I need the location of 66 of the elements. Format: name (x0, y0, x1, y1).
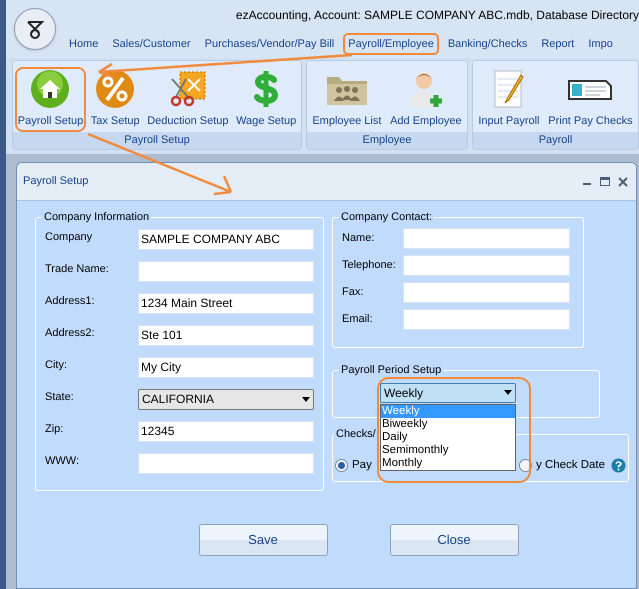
ribbon-tab[interactable]: Report (536, 32, 580, 56)
input-field[interactable] (403, 228, 570, 248)
field-label: Fax: (342, 284, 364, 300)
percent-icon (95, 68, 136, 108)
ribbon-button[interactable]: Tax Setup (88, 66, 143, 132)
ribbon-group-title: Payroll (473, 132, 638, 149)
caret-icon (302, 396, 310, 402)
ribbon-group-title: Payroll Setup (13, 132, 301, 149)
field-label: Trade Name: (45, 262, 110, 276)
dialog-title: Payroll Setup (23, 174, 88, 190)
dropdown-option[interactable]: Monthly (381, 456, 515, 470)
ribbon-tab[interactable]: Impo (583, 32, 618, 56)
field-label: Company (45, 230, 94, 244)
dialog-button[interactable]: Close (390, 524, 518, 556)
radio-label: Pay (352, 458, 372, 473)
dropdown-option[interactable]: Semimonthly (381, 444, 515, 456)
field-label: Zip: (45, 422, 64, 436)
ribbon-button[interactable]: Payroll Setup (14, 66, 86, 132)
field-label: Telephone: (342, 258, 397, 273)
input-field[interactable] (403, 282, 570, 302)
input-field[interactable]: 1234 Main Street (138, 292, 314, 314)
field-label: Name: (342, 230, 376, 246)
ribbon-button[interactable]: Wage Setup (233, 66, 300, 132)
group-title: Company Information (43, 210, 150, 225)
ribbon-button[interactable]: Employee List (309, 66, 384, 132)
ribbon-tab[interactable]: Purchases/Vendor/Pay Bill (200, 32, 340, 56)
field-label: Email: (342, 312, 374, 327)
ribbon-tab[interactable]: Banking/Checks (442, 32, 532, 56)
group-title: Company Contact: (340, 210, 434, 225)
dialog-button[interactable]: Save (198, 524, 328, 556)
radio-button[interactable] (335, 459, 348, 472)
field-label: City: (45, 358, 68, 372)
window-title: ezAccounting, Account: SAMPLE COMPANY ABC.mdb, Database Directory (236, 7, 639, 24)
app-menu-button[interactable] (14, 8, 56, 50)
maximize-icon[interactable] (600, 177, 610, 186)
field-label: Address1: (45, 294, 96, 308)
input-field[interactable]: 12345 (138, 420, 314, 442)
input-field[interactable] (138, 260, 314, 282)
ribbon-tab[interactable]: Payroll/Employee (343, 32, 439, 56)
input-field[interactable]: Ste 101 (138, 324, 314, 346)
house-icon (30, 68, 70, 108)
ribbon-button[interactable]: Print Pay Checks (545, 66, 636, 132)
ribbon-button[interactable]: Deduction Setup (144, 66, 232, 132)
radio-label: y Check Date (536, 458, 606, 473)
input-field[interactable] (403, 308, 570, 330)
state-dropdown[interactable]: CALIFORNIA (138, 388, 314, 410)
close-icon[interactable] (618, 176, 628, 186)
field-label: State: (45, 390, 75, 404)
group-title: Checks/ (335, 427, 377, 442)
field-label: Address2: (45, 326, 96, 340)
field-label: WWW: (45, 454, 80, 468)
input-field[interactable]: SAMPLE COMPANY ABC (138, 228, 314, 250)
caret-icon (504, 390, 512, 395)
input-field[interactable] (138, 452, 314, 474)
input-field[interactable]: My City (138, 356, 314, 378)
input-field[interactable] (403, 254, 570, 276)
period-dropdown[interactable]: Weekly (380, 382, 516, 402)
ribbon-tab[interactable]: Sales/Customer (107, 32, 196, 56)
help-icon[interactable] (611, 458, 626, 473)
dropdown-option[interactable]: Biweekly (381, 418, 515, 430)
dropdown-option[interactable]: Daily (381, 430, 515, 444)
group-title: Payroll Period Setup (340, 363, 442, 378)
ribbon-button[interactable]: Input Payroll (475, 66, 543, 132)
ribbon-group-title: Employee (307, 132, 467, 149)
ribbon-button[interactable]: Add Employee (387, 66, 465, 132)
ribbon-tab[interactable]: Home (64, 32, 104, 56)
